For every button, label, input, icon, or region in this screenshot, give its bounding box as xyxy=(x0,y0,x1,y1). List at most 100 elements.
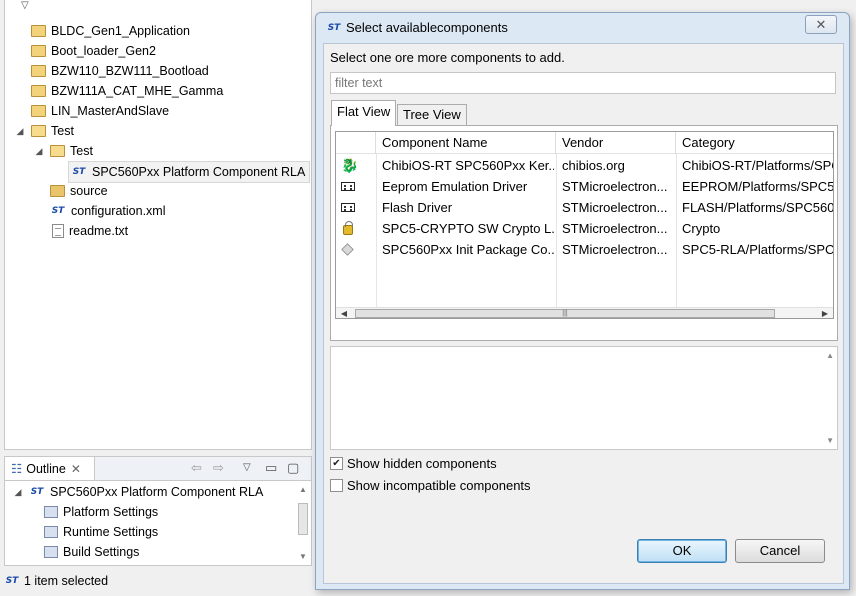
category-cell: SPC5-RLA/Platforms/SPC5 xyxy=(682,242,834,257)
chibios-icon: 🐉 xyxy=(341,157,359,173)
scroll-up-arrow-icon[interactable]: ▲ xyxy=(297,485,309,494)
component-name-cell: SPC5-CRYPTO SW Crypto L... xyxy=(382,221,554,236)
close-icon: ✕ xyxy=(815,17,827,32)
project-folder-icon xyxy=(31,64,46,77)
show-hidden-checkbox[interactable]: ✔ Show hidden components xyxy=(330,455,497,473)
category-cell: Crypto xyxy=(682,221,721,236)
outline-header: ☷ Outline ✕ ⇦ ⇨ ▽ ▭ ▢ xyxy=(4,456,312,481)
category-cell: FLASH/Platforms/SPC560P xyxy=(682,200,834,215)
expanded-triangle-icon[interactable]: ◢ xyxy=(34,141,44,161)
outline-scrollbar[interactable]: ▲ ▼ xyxy=(297,485,309,561)
expanded-triangle-icon[interactable]: ◢ xyxy=(13,482,23,502)
tab-label: Flat View xyxy=(337,104,391,119)
maximize-icon[interactable]: ▢ xyxy=(287,460,299,476)
tab-flat-view[interactable]: Flat View xyxy=(331,100,397,126)
column-header-label: Component Name xyxy=(382,135,488,150)
tree-item-folder-test[interactable]: ◢ Test xyxy=(34,141,93,161)
outline-item-platform-settings[interactable]: Platform Settings xyxy=(44,502,158,522)
project-open-icon xyxy=(31,124,46,137)
column-header-label: Category xyxy=(682,135,735,150)
view-menu-icon[interactable]: ▽ xyxy=(243,462,251,473)
tree-item-readme[interactable]: readme.txt xyxy=(52,221,128,241)
tab-tree-view[interactable]: Tree View xyxy=(397,104,467,125)
outline-item-build-settings[interactable]: Build Settings xyxy=(44,542,139,562)
close-button[interactable]: ✕ xyxy=(805,15,837,34)
table-row[interactable]: 🐉 ChibiOS-RT SPC560Pxx Ker... chibios.or… xyxy=(336,155,833,176)
cancel-button[interactable]: Cancel xyxy=(735,539,825,563)
column-header-category[interactable]: Category xyxy=(676,132,833,154)
tree-item-project[interactable]: BLDC_Gen1_Application xyxy=(31,21,190,41)
scroll-right-arrow-icon[interactable]: ▶ xyxy=(819,308,831,318)
project-explorer: ▽ BLDC_Gen1_Application Boot_loader_Gen2… xyxy=(4,0,312,450)
status-bar: ST 1 item selected xyxy=(4,571,108,591)
status-text: 1 item selected xyxy=(24,574,109,588)
outline-item-label: Build Settings xyxy=(63,545,140,559)
component-name-cell: Flash Driver xyxy=(382,200,453,215)
settings-node-icon xyxy=(44,545,58,558)
project-folder-icon xyxy=(31,84,46,97)
filter-input[interactable] xyxy=(330,72,836,94)
tree-item-label: SPC560Pxx Platform Component RLA xyxy=(92,165,306,179)
scroll-down-arrow-icon[interactable]: ▼ xyxy=(297,552,309,561)
checkbox-checked-icon[interactable]: ✔ xyxy=(330,457,343,471)
back-arrow-icon[interactable]: ⇦ xyxy=(191,460,202,476)
tree-item-project-test[interactable]: ◢ Test xyxy=(15,121,74,141)
column-header-name[interactable]: Component Name xyxy=(376,132,556,154)
scrollbar-thumb[interactable] xyxy=(298,503,308,535)
ok-button[interactable]: OK xyxy=(637,539,727,563)
table-row[interactable]: Eeprom Emulation Driver STMicroelectron.… xyxy=(336,176,833,197)
tree-item-label: BLDC_Gen1_Application xyxy=(51,24,190,38)
forward-arrow-icon[interactable]: ⇨ xyxy=(213,460,224,476)
chip-icon xyxy=(341,203,355,212)
component-description-area[interactable]: ▲ ▼ xyxy=(330,346,838,450)
dialog-body: Select one ore more components to add. F… xyxy=(323,43,844,584)
tree-item-label: configuration.xml xyxy=(71,204,166,218)
tree-item-project[interactable]: BZW110_BZW111_Bootload xyxy=(31,61,209,81)
vendor-cell: STMicroelectron... xyxy=(562,242,668,257)
component-name-cell: Eeprom Emulation Driver xyxy=(382,179,528,194)
settings-node-icon xyxy=(44,525,58,538)
tree-item-label: readme.txt xyxy=(69,224,129,238)
horizontal-scrollbar[interactable]: ◀ ||| ▶ xyxy=(336,307,833,318)
tree-item-label: source xyxy=(70,184,108,198)
checkbox-label: Show hidden components xyxy=(347,456,497,471)
st-config-icon: ST xyxy=(51,205,65,216)
tree-item-label: BZW110_BZW111_Bootload xyxy=(51,64,209,78)
scroll-left-arrow-icon[interactable]: ◀ xyxy=(338,308,350,318)
scroll-down-arrow-icon[interactable]: ▼ xyxy=(826,436,834,445)
outline-view: ◢ ST SPC560Pxx Platform Component RLA Pla… xyxy=(4,480,312,566)
tree-item-project[interactable]: Boot_loader_Gen2 xyxy=(31,41,156,61)
expanded-triangle-icon[interactable]: ◢ xyxy=(15,121,25,141)
dialog-title: Select availablecomponents xyxy=(346,20,508,35)
tree-item-label: BZW111A_CAT_MHE_Gamma xyxy=(51,84,224,98)
column-header-icon[interactable] xyxy=(336,132,376,154)
outline-item-runtime-settings[interactable]: Runtime Settings xyxy=(44,522,158,542)
table-row[interactable]: Flash Driver STMicroelectron... FLASH/Pl… xyxy=(336,197,834,218)
table-row[interactable]: SPC560Pxx Init Package Co... STMicroelec… xyxy=(336,239,834,260)
tree-item-configuration[interactable]: ST configuration.xml xyxy=(50,201,166,221)
vendor-cell: STMicroelectron... xyxy=(562,221,668,236)
outline-item-label: Runtime Settings xyxy=(63,525,159,539)
column-header-vendor[interactable]: Vendor xyxy=(556,132,676,154)
tree-item-label: Boot_loader_Gen2 xyxy=(51,44,156,58)
project-folder-icon xyxy=(31,44,46,57)
scroll-up-arrow-icon[interactable]: ▲ xyxy=(826,351,834,360)
show-incompatible-checkbox[interactable]: Show incompatible components xyxy=(330,477,531,495)
column-header-label: Vendor xyxy=(562,135,604,150)
component-name-cell: SPC560Pxx Init Package Co... xyxy=(382,242,554,257)
checkbox-unchecked-icon[interactable] xyxy=(330,479,343,493)
chevron-down-icon[interactable]: ▽ xyxy=(21,0,29,11)
tree-item-project[interactable]: BZW111A_CAT_MHE_Gamma xyxy=(31,81,223,101)
tree-item-source[interactable]: source xyxy=(50,181,108,201)
tree-item-component-selected[interactable]: ST SPC560Pxx Platform Component RLA xyxy=(68,161,311,183)
outline-root[interactable]: ◢ ST SPC560Pxx Platform Component RLA xyxy=(13,482,264,502)
tree-item-project[interactable]: LIN_MasterAndSlave xyxy=(31,101,169,121)
folder-open-icon xyxy=(50,144,65,157)
close-icon[interactable]: ✕ xyxy=(71,462,81,476)
minimize-icon[interactable]: ▭ xyxy=(265,460,277,476)
component-name-cell: ChibiOS-RT SPC560Pxx Ker... xyxy=(382,158,554,173)
tab-outline[interactable]: ☷ Outline ✕ xyxy=(5,457,95,481)
select-components-dialog: ST Select availablecomponents ✕ Select on… xyxy=(315,12,850,590)
scrollbar-thumb[interactable]: ||| xyxy=(355,309,775,318)
table-row[interactable]: SPC5-CRYPTO SW Crypto L... STMicroelectr… xyxy=(336,218,833,239)
